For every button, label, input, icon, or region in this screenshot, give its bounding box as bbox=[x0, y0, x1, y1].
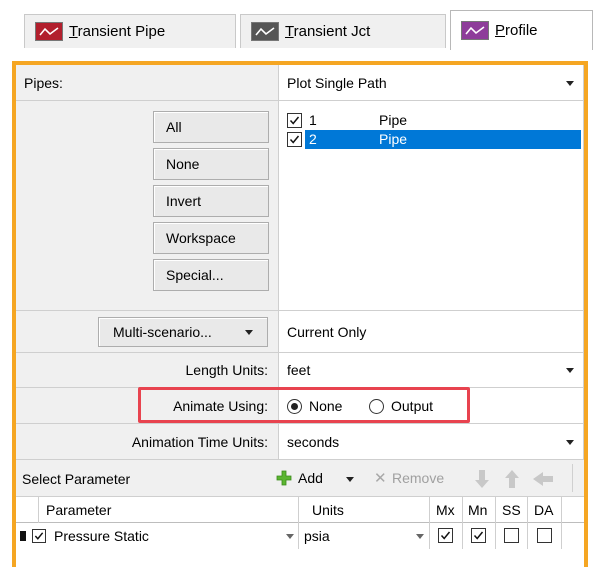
animation-time-units-value: seconds bbox=[287, 434, 340, 450]
da-checkbox[interactable] bbox=[537, 528, 552, 543]
pipes-label-cell: Pipes: bbox=[16, 65, 279, 101]
pipe-id: 1 bbox=[309, 112, 317, 128]
plus-icon bbox=[276, 470, 292, 486]
column-header-da[interactable]: DA bbox=[534, 502, 553, 518]
table-header: Parameter Units Mx Mn SS DA bbox=[16, 497, 584, 523]
chevron-down-icon bbox=[566, 81, 574, 86]
selection-highlight bbox=[305, 130, 581, 149]
line-graph-red-icon bbox=[35, 22, 63, 41]
ss-checkbox[interactable] bbox=[504, 528, 519, 543]
all-button[interactable]: All bbox=[153, 111, 269, 143]
scenario-cell: Multi-scenario... bbox=[16, 311, 279, 353]
parameter-units[interactable]: psia bbox=[304, 528, 330, 544]
path-mode-value: Plot Single Path bbox=[287, 75, 387, 91]
length-units-value: feet bbox=[287, 362, 311, 378]
line-graph-purple-icon bbox=[461, 21, 489, 40]
column-header-mn[interactable]: Mn bbox=[468, 502, 487, 518]
profile-panel: Pipes: Plot Single Path All None Invert … bbox=[12, 61, 588, 567]
add-button[interactable]: Add bbox=[276, 467, 364, 491]
column-header-mx[interactable]: Mx bbox=[436, 502, 455, 518]
chevron-down-icon bbox=[245, 330, 253, 335]
move-left-icon[interactable] bbox=[532, 471, 554, 487]
select-parameter-title: Select Parameter bbox=[22, 471, 131, 487]
multi-scenario-dropdown[interactable]: Multi-scenario... bbox=[98, 317, 268, 347]
tab-label: Profile bbox=[495, 22, 538, 39]
multi-scenario-label: Multi-scenario... bbox=[113, 324, 212, 340]
special-button[interactable]: Special... bbox=[153, 259, 269, 291]
parameter-table: Parameter Units Mx Mn SS DA Pressure Sta… bbox=[16, 497, 584, 567]
pipe-checkbox[interactable] bbox=[287, 113, 302, 128]
remove-button[interactable]: ✕ Remove bbox=[374, 467, 466, 491]
workspace-button[interactable]: Workspace bbox=[153, 222, 269, 254]
pipe-buttons-cell: All None Invert Workspace Special... bbox=[16, 101, 279, 311]
column-header-parameter[interactable]: Parameter bbox=[46, 502, 111, 518]
animation-time-units-select[interactable]: seconds bbox=[279, 424, 584, 460]
parameter-checkbox[interactable] bbox=[32, 529, 46, 543]
remove-label: Remove bbox=[392, 470, 445, 486]
pipe-list: 1 Pipe 2 Pipe bbox=[279, 101, 584, 311]
highlight-box bbox=[138, 387, 470, 423]
select-parameter-toolbar: Select Parameter Add ✕ Remove bbox=[16, 460, 584, 497]
tab-transient-jct[interactable]: Transient Jct bbox=[240, 14, 446, 48]
pipe-type: Pipe bbox=[379, 131, 408, 147]
tab-profile[interactable]: Profile bbox=[450, 10, 593, 50]
pipe-checkbox[interactable] bbox=[287, 132, 302, 147]
toolbar-divider bbox=[572, 464, 573, 492]
pipe-type: Pipe bbox=[379, 112, 408, 128]
chevron-down-icon bbox=[566, 368, 574, 373]
pipes-label: Pipes: bbox=[24, 75, 63, 91]
move-up-icon[interactable] bbox=[504, 469, 520, 489]
list-item[interactable]: 2 Pipe bbox=[285, 130, 581, 149]
column-header-ss[interactable]: SS bbox=[502, 502, 521, 518]
chevron-down-icon bbox=[566, 440, 574, 445]
move-down-icon[interactable] bbox=[474, 469, 490, 489]
chevron-down-icon[interactable] bbox=[286, 534, 294, 539]
line-graph-gray-icon bbox=[251, 22, 279, 41]
scenario-value: Current Only bbox=[287, 324, 367, 340]
pipe-id: 2 bbox=[309, 131, 317, 147]
length-units-select[interactable]: feet bbox=[279, 353, 584, 388]
scenario-value-cell: Current Only bbox=[279, 311, 584, 353]
row-indicator-icon bbox=[20, 531, 26, 541]
animation-time-label-cell: Animation Time Units: bbox=[16, 424, 279, 460]
tab-label: Transient Pipe bbox=[69, 23, 166, 40]
tab-transient-pipe[interactable]: Transient Pipe bbox=[24, 14, 236, 48]
chevron-down-icon[interactable] bbox=[416, 534, 424, 539]
list-item[interactable]: 1 Pipe bbox=[285, 111, 581, 130]
invert-button[interactable]: Invert bbox=[153, 185, 269, 217]
animation-time-units-label: Animation Time Units: bbox=[131, 434, 268, 450]
parameter-name[interactable]: Pressure Static bbox=[54, 528, 149, 544]
chevron-down-icon bbox=[346, 477, 354, 482]
length-units-label-cell: Length Units: bbox=[16, 353, 279, 388]
mn-checkbox[interactable] bbox=[471, 528, 486, 543]
mx-checkbox[interactable] bbox=[438, 528, 453, 543]
path-mode-select[interactable]: Plot Single Path bbox=[279, 65, 584, 101]
length-units-label: Length Units: bbox=[185, 362, 269, 378]
close-icon: ✕ bbox=[374, 470, 387, 487]
add-label: Add bbox=[298, 470, 323, 486]
none-button[interactable]: None bbox=[153, 148, 269, 180]
column-header-units[interactable]: Units bbox=[312, 502, 344, 518]
tab-label: Transient Jct bbox=[285, 23, 371, 40]
tab-bar: Transient Pipe Transient Jct Profile bbox=[0, 0, 593, 52]
table-row[interactable]: Pressure Static psia bbox=[16, 523, 584, 549]
